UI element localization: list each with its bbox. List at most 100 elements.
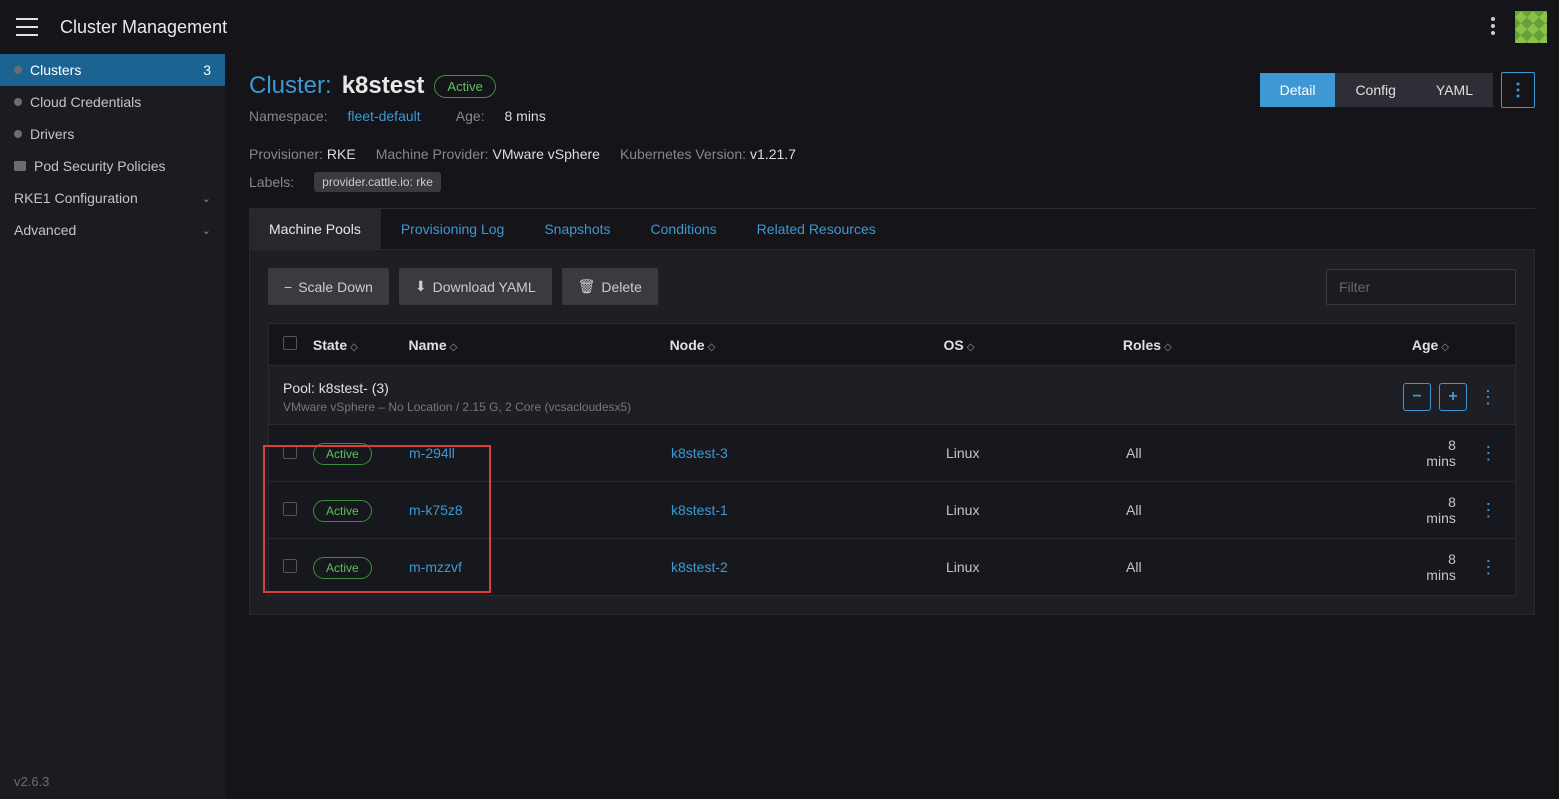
machine-name-link[interactable]: m-k75z8 [409,502,463,518]
folder-icon [14,161,26,171]
hamburger-icon[interactable] [12,14,42,40]
download-yaml-button[interactable]: ⬇ Download YAML [399,268,552,305]
k8s-value: v1.21.7 [750,146,796,162]
sort-icon: ◇ [350,342,358,353]
row-checkbox[interactable] [283,559,297,573]
view-menu-button[interactable] [1501,72,1535,108]
chevron-down-icon: ⌄ [202,224,211,237]
select-all-checkbox[interactable] [283,336,297,350]
age-value: 8 mins [504,108,545,124]
chevron-down-icon: ⌄ [202,192,211,205]
tab-detail[interactable]: Detail [1260,73,1336,107]
topbar-menu-icon[interactable] [1485,11,1501,44]
version-label: v2.6.3 [0,764,225,799]
sidebar-item-label: Advanced [14,222,76,238]
app-title: Cluster Management [60,17,227,38]
os-value: Linux [946,502,1126,518]
state-pill: Active [313,500,372,522]
sidebar-item-cloud-credentials[interactable]: Cloud Credentials [0,86,225,118]
subtab-conditions[interactable]: Conditions [631,209,737,249]
sidebar-item-drivers[interactable]: Drivers [0,118,225,150]
k8s-label: Kubernetes Version: [620,146,746,162]
pool-header: Pool: k8stest- (3) VMware vSphere – No L… [269,365,1515,424]
row-menu-icon[interactable]: ⋮ [1476,557,1501,578]
age-value: 8 mins [1416,494,1456,526]
scale-down-button[interactable]: −Scale Down [268,268,389,305]
download-icon: ⬇ [415,278,427,295]
label-chip: provider.cattle.io: rke [314,172,441,192]
row-menu-icon[interactable]: ⋮ [1476,443,1501,464]
node-link[interactable]: k8stest-3 [671,445,728,461]
sidebar-item-rke1[interactable]: RKE1 Configuration ⌄ [0,182,225,214]
col-roles[interactable]: Roles [1123,337,1161,353]
sort-icon: ◇ [708,342,716,353]
col-state[interactable]: State [313,337,347,353]
logo-icon[interactable] [1515,11,1547,43]
machine-name-link[interactable]: m-294ll [409,445,455,461]
table-row: Active m-k75z8 k8stest-1 Linux All 8 min… [269,481,1515,538]
age-value: 8 mins [1416,437,1456,469]
subtab-provisioning-log[interactable]: Provisioning Log [381,209,525,249]
sidebar-item-clusters[interactable]: Clusters 3 [0,54,225,86]
namespace-link[interactable]: fleet-default [347,108,420,124]
subtab-snapshots[interactable]: Snapshots [524,209,630,249]
topbar: Cluster Management [0,0,1559,54]
cluster-name: k8stest [342,72,425,100]
sidebar: Clusters 3 Cloud Credentials Drivers Pod… [0,54,225,799]
cluster-prefix: Cluster: [249,72,332,100]
machine-name-link[interactable]: m-mzzvf [409,559,462,575]
subtab-related-resources[interactable]: Related Resources [737,209,896,249]
provider-value: VMware vSphere [493,146,600,162]
machine-pools-panel: −Scale Down ⬇Download YAML 🗑Delete State… [249,249,1535,615]
pool-scale-up-button[interactable]: + [1439,383,1467,411]
col-age[interactable]: Age [1412,337,1438,353]
os-value: Linux [946,559,1126,575]
button-label: Scale Down [298,279,373,295]
sort-icon: ◇ [1164,342,1172,353]
dot-icon [14,66,22,74]
sort-icon: ◇ [450,342,458,353]
filter-input[interactable] [1326,269,1516,305]
row-menu-icon[interactable]: ⋮ [1476,500,1501,521]
table-header: State◇ Name◇ Node◇ OS◇ Roles◇ Age◇ [269,324,1515,365]
table-row: Active m-294ll k8stest-3 Linux All 8 min… [269,424,1515,481]
roles-value: All [1126,502,1416,518]
dot-icon [14,98,22,106]
provisioner-label: Provisioner: [249,146,323,162]
roles-value: All [1126,559,1416,575]
row-checkbox[interactable] [283,445,297,459]
sidebar-item-label: Clusters [30,62,81,78]
machines-table: State◇ Name◇ Node◇ OS◇ Roles◇ Age◇ Pool:… [268,323,1516,596]
sort-icon: ◇ [1441,342,1449,353]
delete-button[interactable]: 🗑Delete [562,268,658,305]
sidebar-item-label: Cloud Credentials [30,94,141,110]
pool-title: Pool: k8stest- (3) [283,380,631,396]
provider-label: Machine Provider: [376,146,489,162]
pool-menu-icon[interactable]: ⋮ [1475,387,1501,408]
node-link[interactable]: k8stest-1 [671,502,728,518]
namespace-label: Namespace: [249,108,328,124]
sidebar-item-label: Pod Security Policies [34,158,166,174]
state-pill: Active [313,557,372,579]
col-os[interactable]: OS [944,337,964,353]
pool-scale-down-button[interactable]: − [1403,383,1431,411]
row-checkbox[interactable] [283,502,297,516]
button-label: Download YAML [433,279,536,295]
subtab-machine-pools[interactable]: Machine Pools [249,209,381,249]
labels-label: Labels: [249,174,294,190]
button-label: Delete [601,279,641,295]
col-name[interactable]: Name [409,337,447,353]
sidebar-item-pod-security[interactable]: Pod Security Policies [0,150,225,182]
node-link[interactable]: k8stest-2 [671,559,728,575]
tab-yaml[interactable]: YAML [1416,73,1493,107]
os-value: Linux [946,445,1126,461]
table-row: Active m-mzzvf k8stest-2 Linux All 8 min… [269,538,1515,595]
tab-config[interactable]: Config [1335,73,1415,107]
pool-subtitle: VMware vSphere – No Location / 2.15 G, 2… [283,400,631,414]
sidebar-item-label: RKE1 Configuration [14,190,138,206]
col-node[interactable]: Node [670,337,705,353]
sidebar-item-advanced[interactable]: Advanced ⌄ [0,214,225,246]
sidebar-item-count: 3 [203,62,211,78]
sidebar-item-label: Drivers [30,126,74,142]
age-value: 8 mins [1416,551,1456,583]
